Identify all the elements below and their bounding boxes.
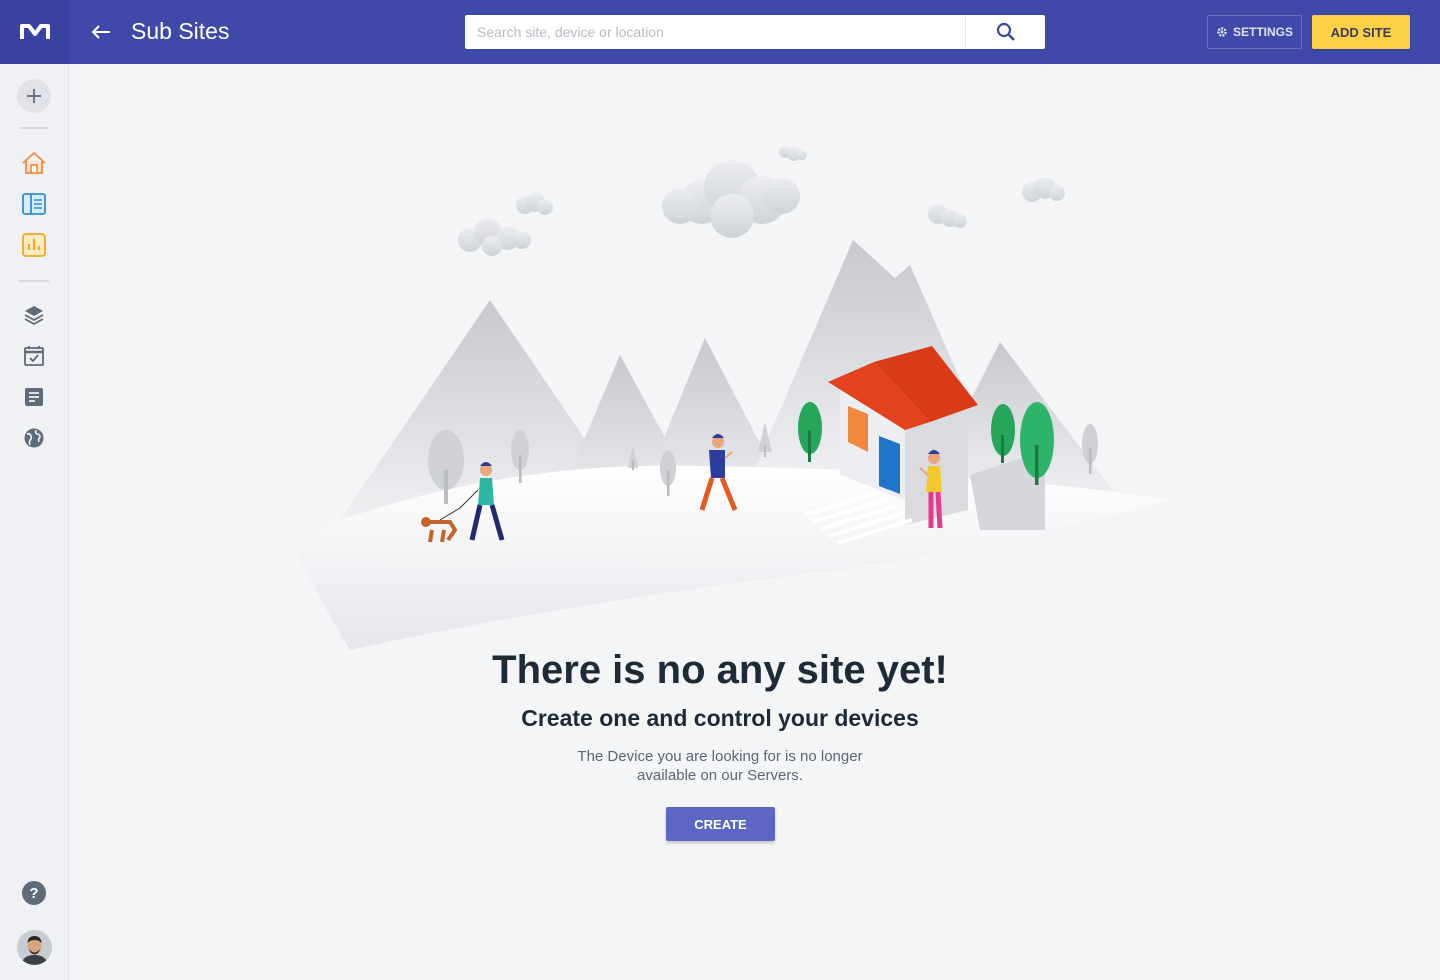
- empty-state-illustration: [290, 146, 1170, 650]
- add-site-button[interactable]: ADD SITE: [1312, 15, 1410, 49]
- dashboard-icon: [22, 193, 46, 215]
- arrow-left-icon: [91, 25, 110, 39]
- sidebar-item-calendar[interactable]: [21, 343, 47, 369]
- sidebar: ?: [0, 0, 69, 980]
- back-button[interactable]: [89, 20, 113, 44]
- avatar[interactable]: [17, 930, 52, 965]
- sidebar-item-notes[interactable]: [21, 384, 47, 410]
- add-new-button[interactable]: [17, 79, 51, 113]
- sidebar-item-layers[interactable]: [21, 302, 47, 328]
- empty-state-description: The Device you are looking for is no lon…: [577, 748, 863, 784]
- add-site-label: ADD SITE: [1330, 24, 1392, 40]
- sidebar-divider: [19, 280, 49, 282]
- sidebar-item-globe[interactable]: [21, 425, 47, 451]
- empty-state-title: There is no any site yet!: [492, 648, 948, 692]
- sidebar-item-dashboard[interactable]: [21, 191, 47, 217]
- search-input[interactable]: [465, 15, 965, 49]
- plus-icon: [27, 89, 41, 103]
- home-icon: [22, 152, 46, 174]
- user-avatar-icon: [17, 930, 52, 965]
- page-title: Sub Sites: [131, 18, 230, 44]
- create-button[interactable]: CREATE: [666, 807, 775, 841]
- sidebar-item-reports[interactable]: [21, 232, 47, 258]
- clouds: [458, 146, 1065, 256]
- search-icon: [996, 22, 1015, 41]
- settings-label: SETTINGS: [1232, 25, 1293, 39]
- help-icon[interactable]: ?: [22, 881, 46, 905]
- empty-state-subtitle: Create one and control your devices: [521, 705, 919, 731]
- top-header: Sub Sites SETTINGS ADD SITE: [69, 0, 1440, 64]
- app-logo[interactable]: [0, 0, 69, 64]
- search-button[interactable]: [965, 15, 1045, 49]
- notes-icon: [25, 388, 43, 406]
- settings-button[interactable]: SETTINGS: [1207, 15, 1302, 49]
- sidebar-item-home[interactable]: [21, 150, 47, 176]
- chart-icon: [22, 233, 46, 257]
- create-label: CREATE: [694, 816, 747, 832]
- search-box: [465, 15, 1045, 49]
- help-label: ?: [29, 884, 39, 902]
- gear-icon: [1217, 27, 1227, 37]
- layers-icon: [24, 306, 44, 326]
- logo-m-icon: [19, 24, 50, 39]
- sidebar-divider: [19, 127, 49, 129]
- calendar-check-icon: [24, 346, 44, 366]
- globe-icon: [24, 428, 44, 448]
